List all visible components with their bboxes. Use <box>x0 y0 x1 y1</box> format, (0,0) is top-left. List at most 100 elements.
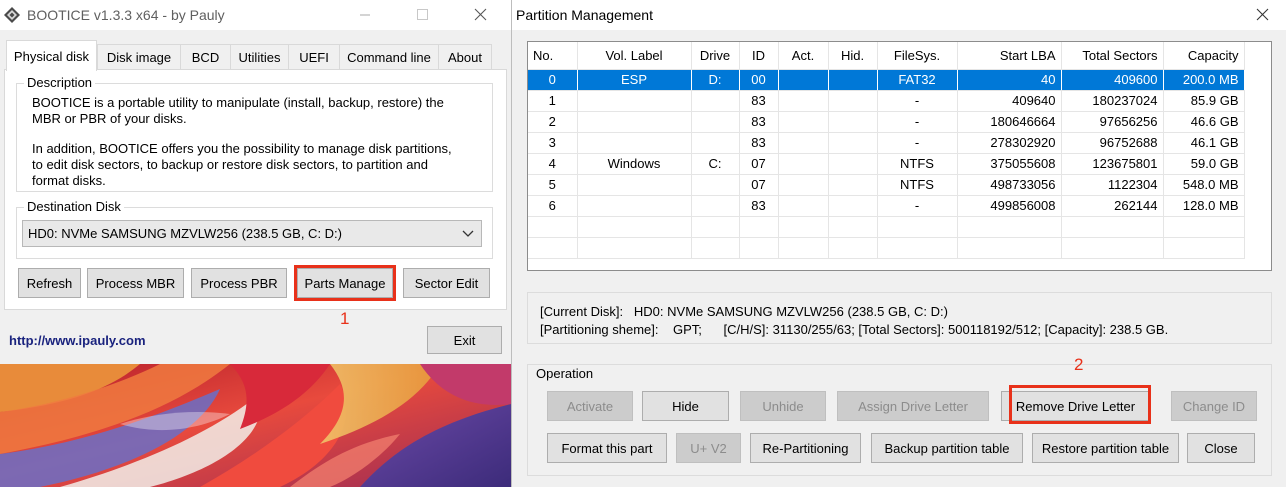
cell-total-sectors: 262144 <box>1061 195 1164 217</box>
destination-disk-select[interactable]: HD0: NVMe SAMSUNG MZVLW256 (238.5 GB, C:… <box>22 220 482 247</box>
cell-vol-label <box>577 90 692 112</box>
table-row[interactable]: 0 ESP D: 00 FAT32 40 409600 200.0 MB <box>528 69 1245 91</box>
cell-act <box>778 111 829 133</box>
parts-manage-button[interactable]: Parts Manage <box>297 268 393 298</box>
cell-total-sectors: 180237024 <box>1061 90 1164 112</box>
cell-start-lba: 499856008 <box>957 195 1062 217</box>
activate-button[interactable]: Activate <box>547 391 633 421</box>
cell-no: 0 <box>528 69 578 91</box>
cell-id: 07 <box>739 174 779 196</box>
cell-capacity: 548.0 MB <box>1163 174 1245 196</box>
column-header-filesys[interactable]: FileSys. <box>877 42 958 70</box>
cell-no: 4 <box>528 153 578 175</box>
re-partitioning-button[interactable]: Re-Partitioning <box>750 433 861 463</box>
sector-edit-button[interactable]: Sector Edit <box>403 268 490 298</box>
close-icon[interactable] <box>1252 6 1274 24</box>
uplus-v2-button[interactable]: U+ V2 <box>676 433 741 463</box>
cell-drive: C: <box>691 153 740 175</box>
table-row[interactable]: 5 07 NTFS 498733056 1122304 548.0 MB <box>528 174 1245 196</box>
column-header-hid[interactable]: Hid. <box>828 42 878 70</box>
description-text: BOOTICE is a portable utility to manipul… <box>32 95 452 189</box>
tab-bcd[interactable]: BCD <box>180 44 231 70</box>
description-line: to edit disk sectors, to backup or resto… <box>32 157 428 172</box>
partition-table[interactable]: No. Vol. Label Drive ID Act. Hid. FileSy… <box>527 41 1272 271</box>
tab-uefi[interactable]: UEFI <box>288 44 340 70</box>
column-header-vol-label[interactable]: Vol. Label <box>577 42 692 70</box>
cell-hid <box>828 132 878 154</box>
unhide-button[interactable]: Unhide <box>740 391 826 421</box>
table-row[interactable]: 6 83 - 499856008 262144 128.0 MB <box>528 195 1245 217</box>
website-link[interactable]: http://www.ipauly.com <box>9 333 146 348</box>
cell-start-lba: 180646664 <box>957 111 1062 133</box>
cell-filesys: - <box>877 90 958 112</box>
tab-command-line[interactable]: Command line <box>339 44 439 70</box>
cell-filesys: - <box>877 132 958 154</box>
table-row[interactable]: 3 83 - 278302920 96752688 46.1 GB <box>528 132 1245 154</box>
table-row[interactable]: 1 83 - 409640 180237024 85.9 GB <box>528 90 1245 112</box>
minimize-icon[interactable] <box>354 6 376 24</box>
cell-filesys: NTFS <box>877 174 958 196</box>
destination-disk-label: Destination Disk <box>24 199 124 214</box>
cell-act <box>778 69 829 91</box>
table-row[interactable]: 4 Windows C: 07 NTFS 375055608 123675801… <box>528 153 1245 175</box>
column-header-act[interactable]: Act. <box>778 42 829 70</box>
hide-button[interactable]: Hide <box>642 391 729 421</box>
cell-id: 83 <box>739 132 779 154</box>
cell-drive <box>691 90 740 112</box>
cell-vol-label <box>577 111 692 133</box>
remove-drive-letter-button[interactable]: Remove Drive Letter <box>1001 391 1150 421</box>
cell-no: 1 <box>528 90 578 112</box>
change-id-button[interactable]: Change ID <box>1171 391 1257 421</box>
refresh-button[interactable]: Refresh <box>18 268 81 298</box>
cell-id: 07 <box>739 153 779 175</box>
cell-hid <box>828 69 878 91</box>
cell-hid <box>828 90 878 112</box>
process-mbr-button[interactable]: Process MBR <box>87 268 184 298</box>
column-header-total-sectors[interactable]: Total Sectors <box>1061 42 1164 70</box>
tab-utilities[interactable]: Utilities <box>230 44 289 70</box>
disk-info-box: [Current Disk]: HD0: NVMe SAMSUNG MZVLW2… <box>527 292 1272 344</box>
column-header-id[interactable]: ID <box>739 42 779 70</box>
column-header-capacity[interactable]: Capacity <box>1163 42 1245 70</box>
cell-start-lba: 409640 <box>957 90 1062 112</box>
maximize-icon[interactable] <box>411 6 433 24</box>
column-header-start-lba[interactable]: Start LBA <box>957 42 1062 70</box>
restore-partition-table-button[interactable]: Restore partition table <box>1032 433 1179 463</box>
cell-act <box>778 90 829 112</box>
cell-vol-label: Windows <box>577 153 692 175</box>
cell-act <box>778 153 829 175</box>
cell-id: 00 <box>739 69 779 91</box>
cell-act <box>778 132 829 154</box>
assign-drive-letter-button[interactable]: Assign Drive Letter <box>837 391 989 421</box>
bootice-diamond-icon <box>4 7 20 23</box>
cell-id: 83 <box>739 111 779 133</box>
description-label: Description <box>24 75 96 90</box>
cell-capacity: 59.0 GB <box>1163 153 1245 175</box>
cell-total-sectors: 97656256 <box>1061 111 1164 133</box>
cell-drive <box>691 111 740 133</box>
process-pbr-button[interactable]: Process PBR <box>191 268 287 298</box>
table-row[interactable]: 2 83 - 180646664 97656256 46.6 GB <box>528 111 1245 133</box>
cell-hid <box>828 195 878 217</box>
tab-physical-disk[interactable]: Physical disk <box>6 40 97 71</box>
cell-start-lba: 375055608 <box>957 153 1062 175</box>
cell-drive <box>691 174 740 196</box>
step-2-callout: 2 <box>1074 355 1084 374</box>
column-header-drive[interactable]: Drive <box>691 42 740 70</box>
backup-partition-table-button[interactable]: Backup partition table <box>871 433 1023 463</box>
description-line: BOOTICE is a portable utility to manipul… <box>32 95 444 110</box>
column-header-no[interactable]: No. <box>528 42 578 70</box>
format-this-part-button[interactable]: Format this part <box>547 433 667 463</box>
close-icon[interactable] <box>470 6 492 24</box>
cell-id: 83 <box>739 90 779 112</box>
exit-button[interactable]: Exit <box>427 326 502 354</box>
cell-act <box>778 174 829 196</box>
cell-drive <box>691 132 740 154</box>
tab-about[interactable]: About <box>438 44 492 70</box>
cell-hid <box>828 111 878 133</box>
cell-drive: D: <box>691 69 740 91</box>
partition-titlebar: Partition Management <box>512 0 1286 30</box>
close-button[interactable]: Close <box>1187 433 1255 463</box>
tab-disk-image[interactable]: Disk image <box>97 44 181 70</box>
cell-capacity: 200.0 MB <box>1163 69 1245 91</box>
